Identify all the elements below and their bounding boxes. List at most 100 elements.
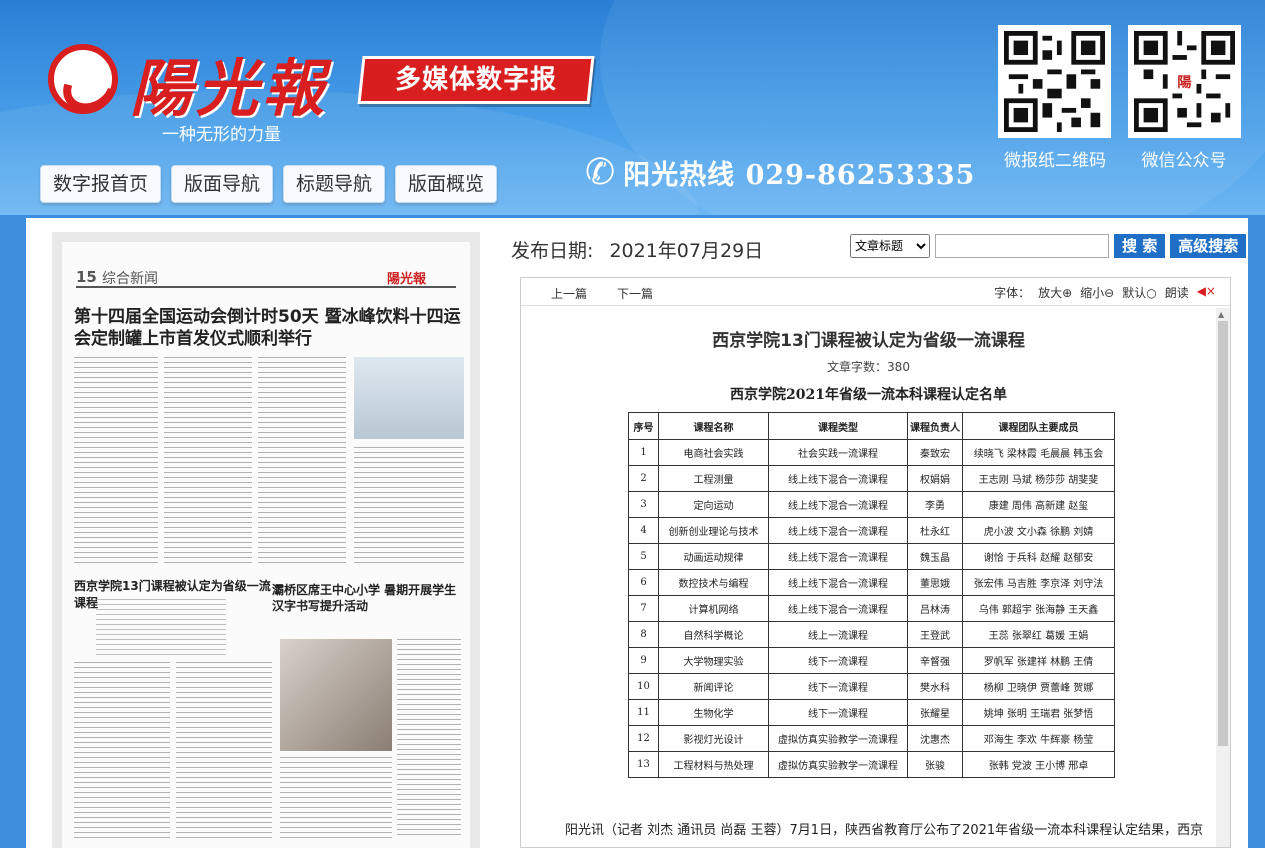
table-title: 西京学院2021年省级一流本科课程认定名单 [730,387,1007,403]
zoom-in-button[interactable]: 放大⊕ [1038,284,1072,301]
main-nav: 数字报首页 版面导航 标题导航 版面概览 [40,165,498,203]
word-count: 文章字数：380 [827,360,910,374]
table-cell: 工程材料与热处理 [658,751,769,778]
site-logo[interactable]: 陽光報 [130,38,328,128]
scrollbar-thumb[interactable] [1218,321,1228,746]
table-row: 1 电商社会实践 社会实践一流课程 秦致宏 续晓飞 梁林霞 毛晨晨 韩玉会 [628,439,1115,466]
article-text-block[interactable] [74,662,170,842]
table-row: 12 影视灯光设计 虚拟仿真实验教学一流课程 沈惠杰 邓海生 李欢 牛辉豪 杨莹 [628,725,1115,752]
table-cell: 9 [628,647,659,674]
hotline-text: 阳光热线 029-86253335 [623,160,976,191]
table-cell: 5 [628,543,659,570]
news-photo[interactable] [354,357,464,439]
table-row: 7 计算机网络 线上线下混合一流课程 吕林涛 乌伟 郭超宇 张海静 王天鑫 [628,595,1115,622]
col-header: 序号 [628,412,659,440]
qr-code-icon: 陽 [1134,31,1235,132]
nav-home-button[interactable]: 数字报首页 [40,165,162,203]
slogan: 一种无形的力量 [162,125,281,145]
qr-label-wechat: 微信公众号 [1141,151,1227,171]
advanced-search-button[interactable]: 高级搜索 [1170,234,1247,258]
article-text-block[interactable] [280,757,392,842]
multimedia-banner: 多媒体数字报 [357,56,595,104]
sun-logo-icon [48,44,118,114]
article-text-block[interactable] [176,662,272,842]
read-aloud-button[interactable]: 朗读 [1165,284,1189,301]
table-cell: 4 [628,517,659,544]
table-cell: 2 [628,465,659,492]
table-cell: 电商社会实践 [658,439,769,466]
table-cell: 虚拟仿真实验教学一流课程 [768,725,908,752]
search-button[interactable]: 搜 索 [1114,234,1166,258]
table-cell: 谢恰 于兵科 赵耀 赵郁安 [962,543,1115,570]
page-headline[interactable]: 第十四届全国运动会倒计时50天 暨冰峰饮料十四运会定制罐上市首发仪式顺利举行 [74,306,464,350]
nav-page-nav-button[interactable]: 版面导航 [171,165,274,203]
table-cell: 线上线下混合一流课程 [768,465,908,492]
scroll-up-icon[interactable]: ▲ [1218,310,1224,319]
table-cell: 续晓飞 梁林霞 毛晨晨 韩玉会 [962,439,1115,466]
table-row: 10 新闻评论 线下一流课程 樊水科 杨柳 卫晓伊 贾蕾峰 贺娜 [628,673,1115,700]
banner-text: 多媒体数字报 [394,65,557,95]
table-cell: 乌伟 郭超宇 张海静 王天鑫 [962,595,1115,622]
course-table: 序号 课程名称 课程类型 课程负责人 课程团队主要成员 1 电商社会实践 社会实践一… [628,412,1115,778]
article-text-block[interactable] [258,357,346,563]
article-text-block[interactable] [74,357,158,563]
page-brand: 陽光報 [386,272,426,287]
table-cell: 吕林涛 [907,595,963,622]
table-cell: 张耀星 [907,699,963,726]
nav-overview-button[interactable]: 版面概览 [395,165,498,203]
article-text-block[interactable] [354,447,464,563]
table-cell: 康建 周伟 高新建 赵玺 [962,491,1115,518]
table-cell: 张韩 党波 王小博 邢卓 [962,751,1115,778]
page-header: 15 综合新闻 陽光報 [76,268,456,288]
table-cell: 线下一流课程 [768,647,908,674]
table-cell: 王志刚 马斌 杨莎莎 胡斐斐 [962,465,1115,492]
nav-title-nav-button[interactable]: 标题导航 [283,165,386,203]
table-cell: 樊水科 [907,673,963,700]
article-text-block[interactable] [164,357,252,563]
table-row: 5 动画运动规律 线上线下混合一流课程 魏玉晶 谢恰 于兵科 赵耀 赵郁安 [628,543,1115,570]
table-cell: 张骏 [907,751,963,778]
table-row: 11 生物化学 线下一流课程 张耀星 姚坤 张明 王瑞君 张梦悟 [628,699,1115,726]
table-row: 6 数控技术与编程 线上线下混合一流课程 董思娥 张宏伟 马吉胜 李京泽 刘守法 [628,569,1115,596]
table-cell: 线下一流课程 [768,673,908,700]
table-cell: 生物化学 [658,699,769,726]
page-subheadline-school[interactable]: 灞桥区席王中心小学 暑期开展学生汉字书写提升活动 [272,582,458,614]
next-article-link[interactable]: 下一篇 [617,285,653,302]
table-cell: 邓海生 李欢 牛辉豪 杨莹 [962,725,1115,752]
table-row: 9 大学物理实验 线下一流课程 辛督强 罗帆军 张建祥 林鹏 王倩 [628,647,1115,674]
article-scrollbar[interactable]: ▲ [1216,308,1230,847]
search-field-select[interactable]: 文章标题 [850,234,930,258]
table-cell: 董思娥 [907,569,963,596]
table-cell: 定向运动 [658,491,769,518]
table-row: 13 工程材料与热处理 虚拟仿真实验教学一流课程 张骏 张韩 党波 王小博 邢卓 [628,751,1115,778]
zoom-out-button[interactable]: 缩小⊖ [1080,284,1114,301]
table-cell: 13 [628,751,659,778]
table-cell: 线上线下混合一流课程 [768,595,908,622]
newspaper-page-preview[interactable]: 15 综合新闻 陽光報 第十四届全国运动会倒计时50天 暨冰峰饮料十四运会定制罐… [52,232,480,848]
table-cell: 王登武 [907,621,963,648]
table-cell: 动画运动规律 [658,543,769,570]
table-cell: 社会实践一流课程 [768,439,908,466]
table-cell: 权娟娟 [907,465,963,492]
table-cell: 8 [628,621,659,648]
article-text-block[interactable] [397,639,461,839]
default-size-button[interactable]: 默认○ [1122,284,1156,301]
table-row: 3 定向运动 线上线下混合一流课程 李勇 康建 周伟 高新建 赵玺 [628,491,1115,518]
mute-speaker-icon[interactable]: ◀× [1197,284,1216,301]
table-row: 4 创新创业理论与技术 线上线下混合一流课程 杜永红 虎小波 文小森 徐鹏 刘婧 [628,517,1115,544]
table-cell: 大学物理实验 [658,647,769,674]
table-cell: 数控技术与编程 [658,569,769,596]
publish-date-label: 发布日期: [511,240,594,262]
qr-code-wechat: 陽 [1128,25,1241,138]
table-cell: 自然科学概论 [658,621,769,648]
table-cell: 线上线下混合一流课程 [768,543,908,570]
news-photo[interactable] [280,639,392,751]
qr-code-icon [1004,31,1105,132]
search-input[interactable] [935,234,1109,258]
col-header: 课程名称 [658,412,769,440]
table-cell: 魏玉晶 [907,543,963,570]
prev-article-link[interactable]: 上一篇 [551,285,587,302]
table-cell: 杜永红 [907,517,963,544]
table-cell: 线上线下混合一流课程 [768,491,908,518]
publish-date-value: 2021年07月29日 [609,240,764,262]
